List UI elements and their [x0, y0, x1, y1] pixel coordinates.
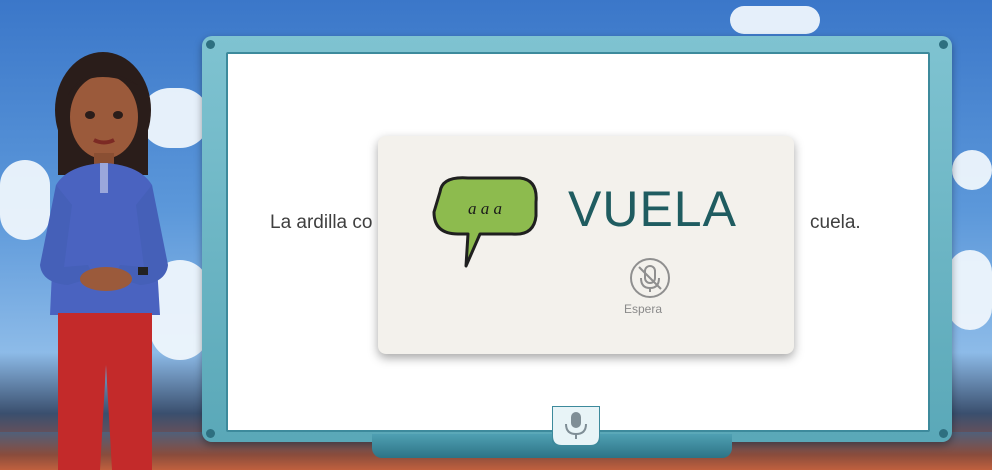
target-word: VUELA — [568, 181, 737, 237]
cloud — [730, 6, 820, 34]
bubble-letters: a a a — [468, 199, 502, 218]
bolt — [206, 40, 215, 49]
status-label: Espera — [624, 302, 663, 316]
bolt — [206, 429, 215, 438]
sentence-text-start: La ardilla co — [270, 212, 373, 233]
cloud — [952, 150, 992, 190]
microphone-muted-icon[interactable] — [628, 256, 672, 300]
sentence-text-end: cuela. — [810, 212, 861, 233]
cloud — [948, 250, 992, 330]
classroom-scene: La ardilla co cuela. a a a VUELA Espera — [0, 0, 992, 470]
microphone-icon[interactable] — [552, 406, 600, 446]
bolt — [939, 429, 948, 438]
teacher-avatar — [40, 52, 168, 470]
bolt — [939, 40, 948, 49]
speech-bubble-icon: a a a — [432, 176, 538, 268]
